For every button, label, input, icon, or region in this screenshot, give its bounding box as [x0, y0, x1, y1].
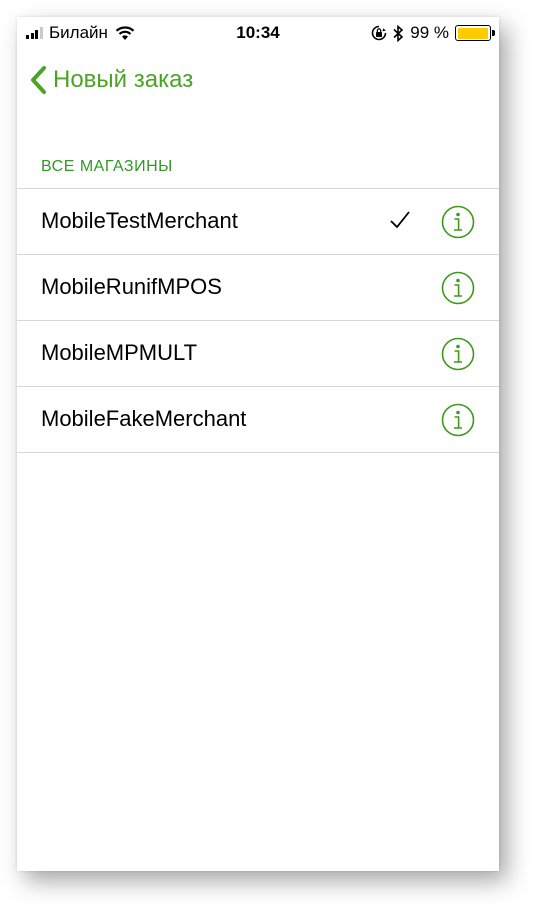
battery-fill: [457, 27, 489, 39]
chevron-left-icon: [31, 66, 46, 94]
info-icon[interactable]: [441, 205, 475, 239]
merchant-list: MobileTestMerchant MobileRunifMPOS MobileM…: [17, 188, 499, 453]
info-icon[interactable]: [441, 337, 475, 371]
checkmark-icon: [390, 211, 410, 229]
battery-icon: [455, 25, 495, 41]
merchant-row[interactable]: MobileRunifMPOS: [17, 255, 499, 321]
merchant-row[interactable]: MobileTestMerchant: [17, 189, 499, 255]
merchant-name: MobileFakeMerchant: [41, 406, 247, 431]
merchant-name: MobileRunifMPOS: [41, 274, 222, 299]
bluetooth-icon: [393, 24, 404, 42]
merchant-name: MobileMPMULT: [41, 340, 198, 365]
status-bar: Билайн 10:34 99 %: [17, 17, 499, 49]
back-button-label: Новый заказ: [53, 66, 194, 93]
merchant-row[interactable]: MobileFakeMerchant: [17, 387, 499, 453]
navigation-bar: Новый заказ: [17, 61, 499, 105]
phone-screen: Билайн 10:34 99 % Новый заказ ВСЕ МАГАЗИ…: [17, 17, 499, 871]
back-button[interactable]: Новый заказ: [29, 65, 193, 95]
orientation-lock-icon: [371, 25, 387, 41]
merchant-row[interactable]: MobileMPMULT: [17, 321, 499, 387]
status-right: 99 %: [365, 23, 495, 43]
merchant-name: MobileTestMerchant: [41, 208, 238, 233]
battery-percent: 99 %: [410, 23, 449, 42]
info-icon[interactable]: [441, 271, 475, 305]
info-icon[interactable]: [441, 403, 475, 437]
section-header: ВСЕ МАГАЗИНЫ: [41, 158, 173, 175]
